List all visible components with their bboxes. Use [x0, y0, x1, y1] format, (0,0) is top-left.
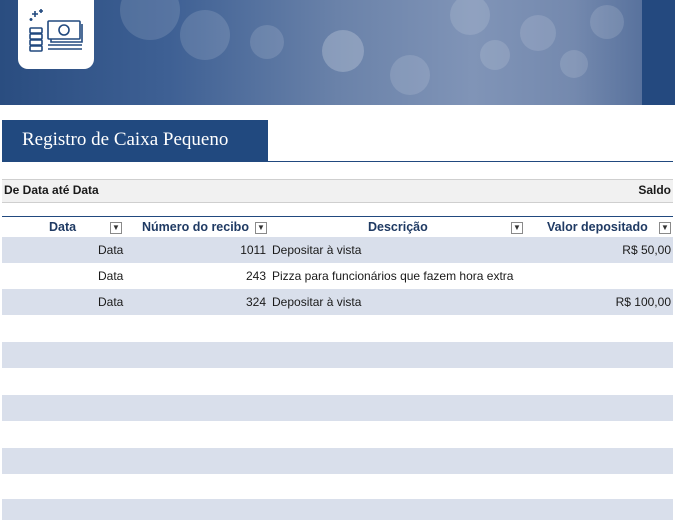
- cell-date[interactable]: Data: [98, 295, 123, 309]
- cell-description[interactable]: Depositar à vista: [272, 243, 361, 257]
- cell-receipt[interactable]: 324: [246, 295, 266, 309]
- empty-row[interactable]: [2, 315, 673, 341]
- filter-dropdown-date[interactable]: ▼: [110, 222, 122, 234]
- bokeh-decoration: [590, 5, 624, 39]
- page-title: Registro de Caixa Pequeno: [22, 129, 229, 150]
- empty-row[interactable]: [2, 395, 673, 421]
- title-tab: Registro de Caixa Pequeno: [2, 120, 268, 162]
- bokeh-decoration: [520, 15, 556, 51]
- bokeh-decoration: [120, 0, 180, 40]
- table-row[interactable]: Data 1011 Depositar à vista R$ 50,00: [2, 237, 673, 263]
- cash-register-icon: [29, 9, 83, 52]
- empty-row[interactable]: [2, 474, 673, 500]
- cell-date[interactable]: Data: [98, 269, 123, 283]
- filter-dropdown-deposit[interactable]: ▼: [659, 222, 671, 234]
- cell-description[interactable]: Pizza para funcionários que fazem hora e…: [272, 269, 513, 283]
- cell-receipt[interactable]: 1011: [240, 243, 266, 257]
- bokeh-decoration: [450, 0, 490, 35]
- bokeh-decoration: [250, 25, 284, 59]
- empty-row[interactable]: [2, 368, 673, 394]
- cell-date[interactable]: Data: [98, 243, 123, 257]
- column-header-receipt[interactable]: Número do recibo: [142, 220, 249, 234]
- date-range-row: De Data até Data Saldo: [2, 179, 673, 203]
- cell-deposit[interactable]: R$ 100,00: [616, 295, 671, 309]
- empty-row[interactable]: [2, 342, 673, 368]
- bokeh-decoration: [322, 30, 364, 72]
- empty-row[interactable]: [2, 421, 673, 447]
- bokeh-decoration: [180, 10, 230, 60]
- cell-description[interactable]: Depositar à vista: [272, 295, 361, 309]
- empty-row[interactable]: [2, 499, 673, 520]
- cell-deposit[interactable]: R$ 50,00: [622, 243, 671, 257]
- column-header-date[interactable]: Data: [49, 220, 76, 234]
- title-underline: [268, 161, 673, 162]
- filter-dropdown-description[interactable]: ▼: [511, 222, 523, 234]
- column-header-deposit[interactable]: Valor depositado: [547, 220, 648, 234]
- empty-row[interactable]: [2, 448, 673, 474]
- bokeh-decoration: [480, 40, 510, 70]
- date-range-label[interactable]: De Data até Data: [4, 183, 99, 197]
- cell-receipt[interactable]: 243: [246, 269, 266, 283]
- logo-tile: [18, 0, 94, 69]
- table-row[interactable]: Data 243 Pizza para funcionários que faz…: [2, 263, 673, 289]
- filter-dropdown-receipt[interactable]: ▼: [255, 222, 267, 234]
- table-row[interactable]: Data 324 Depositar à vista R$ 100,00: [2, 289, 673, 315]
- bokeh-decoration: [390, 55, 430, 95]
- bokeh-decoration: [560, 50, 588, 78]
- table-header: Data ▼ Número do recibo ▼ Descrição ▼ Va…: [2, 216, 673, 239]
- balance-label[interactable]: Saldo: [638, 183, 671, 197]
- header-banner: [0, 0, 675, 105]
- banner-edge: [642, 0, 675, 105]
- column-header-description[interactable]: Descrição: [368, 220, 428, 234]
